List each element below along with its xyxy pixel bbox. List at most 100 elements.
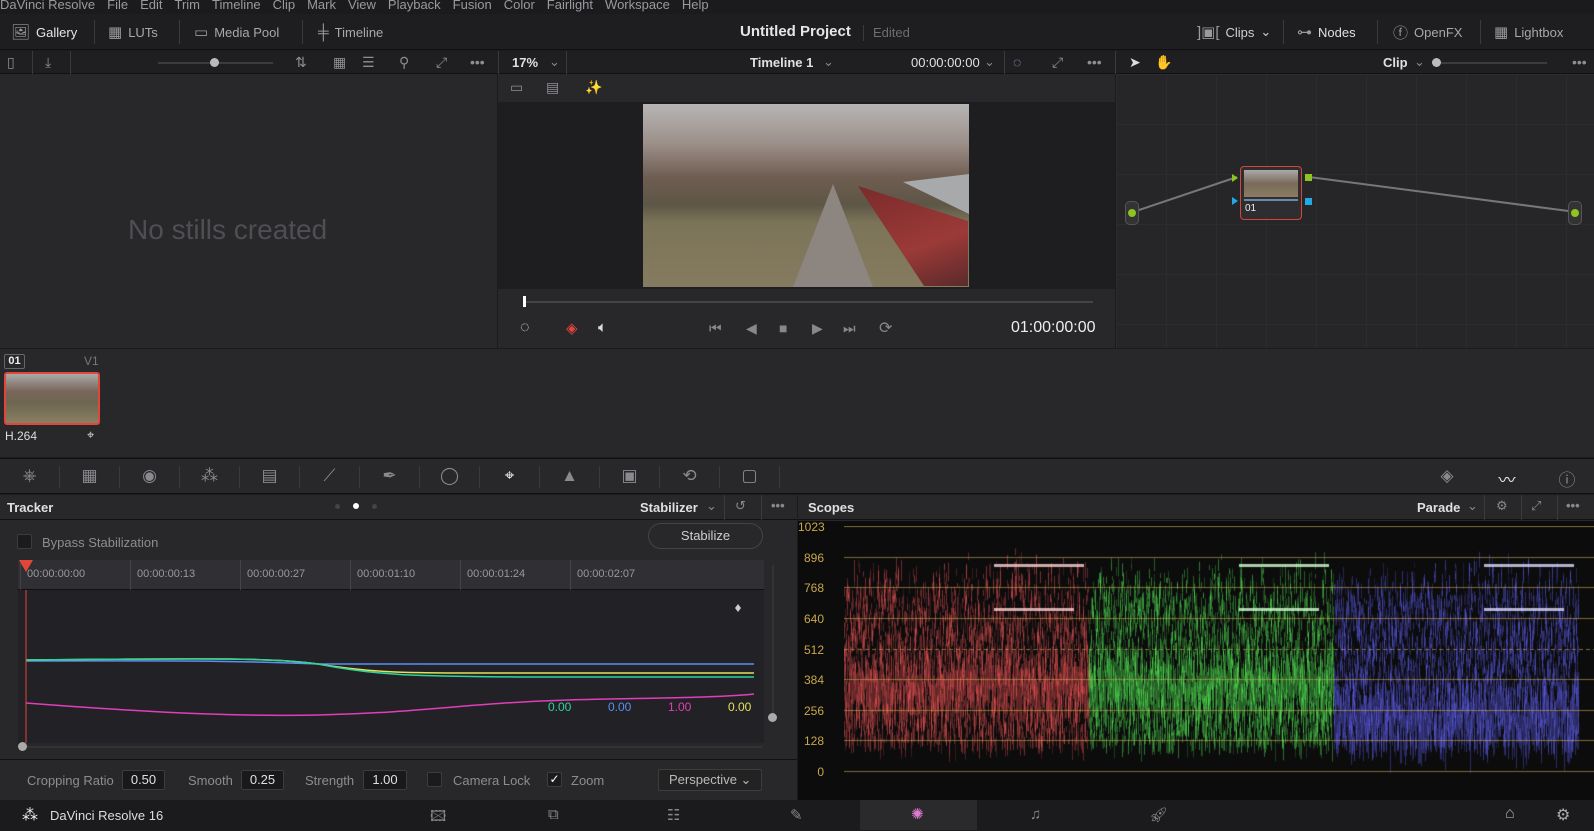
fairlight-page-icon[interactable]: ♫ [1030,806,1041,823]
keyframes-icon[interactable]: ◈ [1427,466,1467,488]
smooth-input[interactable]: 0.25 [241,770,284,790]
gear-icon[interactable]: ⚙ [1556,805,1570,825]
skip-end-icon[interactable]: ⏭︎ [843,320,856,337]
menu-item[interactable]: Clip [273,0,295,12]
rgb-output-icon[interactable] [1305,174,1312,181]
edit-page-icon[interactable]: ☷ [667,806,680,824]
menu-item[interactable]: Fairlight [547,0,593,12]
menu-item[interactable]: Mark [307,0,336,12]
stop-icon[interactable]: ■ [779,320,787,336]
chevron-down-icon[interactable]: ⌄ [984,54,995,70]
menu-item[interactable]: Workspace [605,0,670,12]
key-icon[interactable]: ▣ [600,466,660,488]
sizing-icon[interactable]: ⟲ [660,466,720,488]
gallery-button[interactable]: 🖼 Gallery [11,22,77,42]
playhead-marker[interactable] [19,560,33,572]
strength-input[interactable]: 1.00 [363,770,407,790]
single-viewer-icon[interactable]: ▭ [510,79,523,96]
power-window-icon[interactable]: ◯ [420,466,480,488]
scopes-icon[interactable]: 〰 [1487,466,1527,490]
deliver-page-icon[interactable]: 🚀︎ [1149,806,1168,824]
perspective-select[interactable]: Perspective ⌄ [658,769,762,791]
slider-handle[interactable] [18,742,27,751]
hand-icon[interactable]: ✋ [1155,54,1172,71]
volume-icon[interactable]: 🔈︎ [598,319,607,336]
page-dot-active[interactable] [353,503,359,509]
node-01[interactable]: 01 [1240,166,1302,220]
split-viewer-icon[interactable]: ▤ [546,79,559,96]
cropping-ratio-input[interactable]: 0.50 [122,770,165,790]
more-options-icon[interactable]: ••• [1572,54,1587,70]
page-dot[interactable] [372,504,377,509]
clips-button[interactable]: ]▣[Clips ⌄ [1197,22,1271,42]
slider-handle[interactable] [210,58,219,67]
playhead[interactable] [523,296,526,307]
magic-wand-icon[interactable]: ✨ [585,79,602,96]
motion-effects-icon[interactable]: ▤ [240,466,300,488]
skip-start-icon[interactable]: ⏮︎ [709,320,722,337]
lightbox-button[interactable]: ▦ Lightbox [1494,22,1563,42]
luts-button[interactable]: ▦ LUTs [108,22,158,42]
menu-item[interactable]: Help [682,0,709,12]
tracker-mode-select[interactable]: Stabilizer [640,500,698,515]
camera-lock-checkbox[interactable] [427,772,442,787]
3d-icon[interactable]: ▢ [720,466,780,488]
play-icon[interactable]: ▶ [812,320,823,337]
chevron-down-icon[interactable]: ⌄ [1414,54,1425,70]
alpha-output-icon[interactable] [1305,198,1312,205]
info-icon[interactable]: ⓘ [1547,466,1587,490]
home-icon[interactable]: ⌂ [1505,805,1515,823]
rgb-mixer-icon[interactable]: ⁂ [180,466,240,488]
menu-item[interactable]: Edit [140,0,162,12]
more-options-icon[interactable]: ••• [470,54,485,70]
highlight-icon[interactable]: ◌ [1013,54,1021,70]
node-mode-select[interactable]: Clip [1383,55,1408,70]
chevron-down-icon[interactable]: ⌄ [1467,498,1478,514]
expand-icon[interactable]: ⤢ [436,54,447,71]
blur-icon[interactable]: ▲ [540,466,600,488]
loop-icon[interactable]: ⟳ [879,318,892,338]
menu-item[interactable]: Timeline [212,0,261,12]
sort-icon[interactable]: ⇅ [295,54,307,71]
rgb-input-icon[interactable] [1232,174,1238,182]
menu-item[interactable]: Trim [175,0,201,12]
slider-handle[interactable] [1432,58,1441,67]
curves-icon[interactable]: ⟋ [300,466,360,488]
page-dot[interactable] [335,504,340,509]
pointer-icon[interactable]: ➤ [1129,54,1141,71]
vertical-zoom-slider[interactable] [768,565,777,722]
tracker-ruler[interactable]: 00:00:00:00 00:00:00:13 00:00:00:27 00:00:0… [18,560,764,590]
qualifier-icon[interactable]: ✒ [360,466,420,488]
node-zoom-slider[interactable] [1432,58,1547,67]
more-options-icon[interactable]: ••• [1087,54,1102,70]
bypass-stabilization-checkbox[interactable] [17,534,32,549]
openfx-button[interactable]: ⓕ OpenFX [1393,22,1462,42]
more-options-icon[interactable]: ••• [771,498,785,513]
timeline-button[interactable]: ╪ Timeline [318,22,383,42]
nodes-button[interactable]: ⊶ Nodes [1297,22,1356,42]
grab-still-icon[interactable]: ⤓ [45,54,51,71]
expand-icon[interactable]: ⤢ [1531,498,1541,514]
color-wheels-icon[interactable]: ◉ [120,466,180,488]
node-output[interactable] [1568,201,1582,225]
media-pool-button[interactable]: ▭ Media Pool [194,22,279,42]
list-view-icon[interactable]: ☰ [362,54,375,71]
chevron-down-icon[interactable]: ⌄ [823,54,834,70]
tracker-graph[interactable]: 0.00 0.00 1.00 0.00 [18,590,764,743]
fullscreen-icon[interactable]: ⤢ [1052,54,1063,71]
search-icon[interactable]: ⚲ [399,54,409,71]
node-input[interactable] [1125,201,1139,225]
alpha-input-icon[interactable] [1232,197,1238,205]
menu-item[interactable]: File [107,0,128,12]
zoom-checkbox[interactable]: ✓ [547,772,562,787]
grid-view-icon[interactable]: ▦ [333,54,346,71]
viewer-zoom-select[interactable]: 17% [512,55,538,70]
menu-item[interactable]: Playback [388,0,441,12]
color-page-tab[interactable]: ✺ [860,800,977,830]
scope-settings-icon[interactable]: ⚙ [1496,498,1508,514]
media-page-icon[interactable]: 🖾 [430,806,446,831]
fusion-page-icon[interactable]: ✎ [790,806,803,824]
slider-handle[interactable] [768,713,777,722]
play-reverse-icon[interactable]: ◀ [746,320,757,337]
reset-icon[interactable]: ↺ [735,498,746,514]
